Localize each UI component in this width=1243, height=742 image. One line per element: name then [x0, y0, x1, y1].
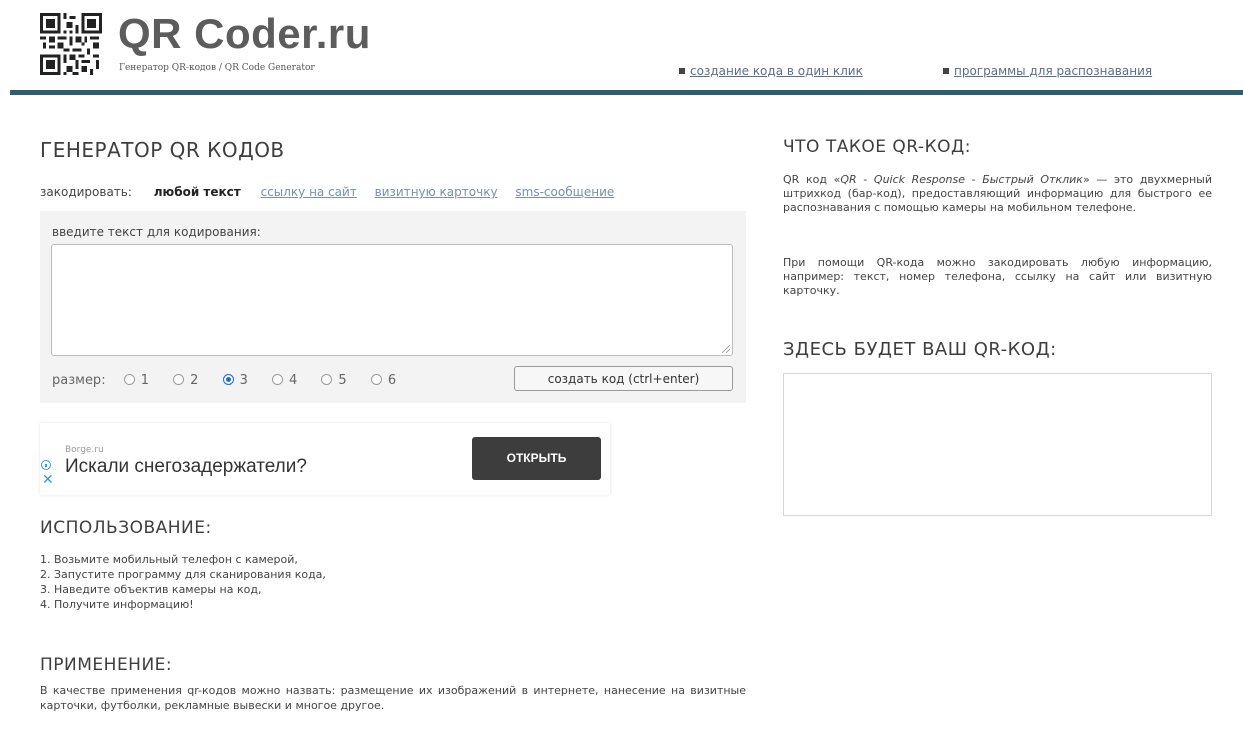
step-text: Получите информацию! [54, 598, 194, 611]
size-option-label: 3 [239, 373, 248, 388]
nav-link-label: создание кода в один клик [690, 64, 863, 78]
resize-grip-icon[interactable] [722, 345, 730, 353]
ad-open-button[interactable]: ОТКРЫТЬ [472, 437, 601, 480]
generator-heading: ГЕНЕРАТОР QR КОДОВ [40, 138, 285, 162]
ad-banner[interactable]: Borge.ru ✕ Искали снегозадержатели? ОТКР… [40, 423, 610, 495]
generator-form: введите текст для кодирования: размер: 1… [40, 211, 746, 403]
qr-result-area [783, 373, 1212, 516]
radio-icon[interactable] [173, 374, 185, 385]
about-paragraph-1: QR код «QR - Quick Response - Быстрый От… [783, 173, 1212, 215]
radio-icon[interactable] [271, 374, 283, 385]
encode-option-text[interactable]: любой текст [154, 185, 241, 199]
size-option-label: 1 [140, 373, 149, 388]
size-option-4[interactable]: 4 [271, 373, 298, 388]
square-bullet-icon [679, 68, 685, 74]
nav-link-label: программы для распознавания [954, 64, 1153, 78]
size-option-label: 2 [190, 373, 199, 388]
encode-label: закодировать: [40, 185, 132, 199]
about-p1-italic: QR - Quick Response - Быстрый Отклик [840, 173, 1083, 186]
size-option-2[interactable]: 2 [173, 373, 198, 388]
input-label: введите текст для кодирования: [52, 225, 261, 239]
about-p1-start: QR код « [783, 173, 841, 186]
size-option-5[interactable]: 5 [321, 373, 347, 388]
encode-option-link[interactable]: ссылку на сайт [261, 185, 357, 199]
size-option-label: 6 [387, 373, 397, 388]
list-item: 2. Запустите программу для сканирования к… [40, 568, 326, 581]
list-item: 4. Получите информацию! [40, 598, 194, 611]
usage-heading: ИСПОЛЬЗОВАНИЕ: [40, 518, 212, 538]
encode-option-business-card[interactable]: визитную карточку [375, 185, 498, 199]
radio-icon[interactable] [370, 374, 382, 385]
about-paragraph-2: При помощи QR-кода можно закодировать лю… [783, 256, 1212, 297]
square-bullet-icon [943, 68, 949, 74]
list-item: 3. Наведите объектив камеры на код, [40, 583, 262, 596]
result-heading: ЗДЕСЬ БУДЕТ ВАШ QR-КОД: [783, 339, 1057, 360]
size-selector: размер: 1 2 3 4 5 6 [52, 373, 416, 388]
list-item: 1. Возьмите мобильный телефон с камерой, [40, 553, 298, 566]
size-option-label: 5 [338, 373, 347, 388]
encode-option-sms[interactable]: sms-сообщение [515, 185, 614, 199]
ad-title[interactable]: Искали снегозадержатели? [65, 456, 307, 478]
ad-source[interactable]: Borge.ru [65, 445, 104, 455]
radio-checked-icon[interactable] [222, 374, 234, 385]
nav-link-one-click[interactable]: создание кода в один клик [679, 64, 863, 78]
site-header: QR Coder.ru Генератор QR-кодов / QR Code… [0, 0, 1243, 96]
create-code-button[interactable]: создать код (ctrl+enter) [514, 366, 733, 391]
step-text: Возьмите мобильный телефон с камерой, [54, 553, 298, 566]
application-heading: ПРИМЕНЕНИЕ: [40, 655, 173, 675]
nav-link-recognition-programs[interactable]: программы для распознавания [943, 64, 1152, 78]
radio-icon[interactable] [123, 374, 135, 385]
size-option-6[interactable]: 6 [370, 373, 397, 388]
size-option-1[interactable]: 1 [123, 373, 149, 388]
encode-type-selector: закодировать: любой текст ссылку на сайт… [40, 185, 628, 199]
ad-info-icon[interactable] [41, 460, 51, 470]
size-label: размер: [52, 373, 106, 388]
about-heading: ЧТО ТАКОЕ QR-КОД: [783, 137, 972, 157]
radio-icon[interactable] [321, 374, 333, 385]
text-input[interactable] [51, 244, 733, 356]
size-option-3[interactable]: 3 [222, 373, 248, 388]
step-text: Запустите программу для сканирования код… [54, 568, 326, 581]
step-text: Наведите объектив камеры на код, [54, 583, 262, 596]
site-title[interactable]: QR Coder.ru [118, 10, 371, 58]
ad-close-icon[interactable]: ✕ [42, 473, 54, 487]
qr-logo-icon[interactable] [40, 13, 102, 75]
application-text: В качестве применения qr-кодов можно наз… [40, 684, 746, 712]
header-divider [10, 90, 1243, 95]
site-subtitle: Генератор QR-кодов / QR Code Generator [119, 63, 315, 73]
usage-steps: 1. Возьмите мобильный телефон с камерой, … [40, 552, 326, 612]
size-option-label: 4 [288, 373, 298, 388]
